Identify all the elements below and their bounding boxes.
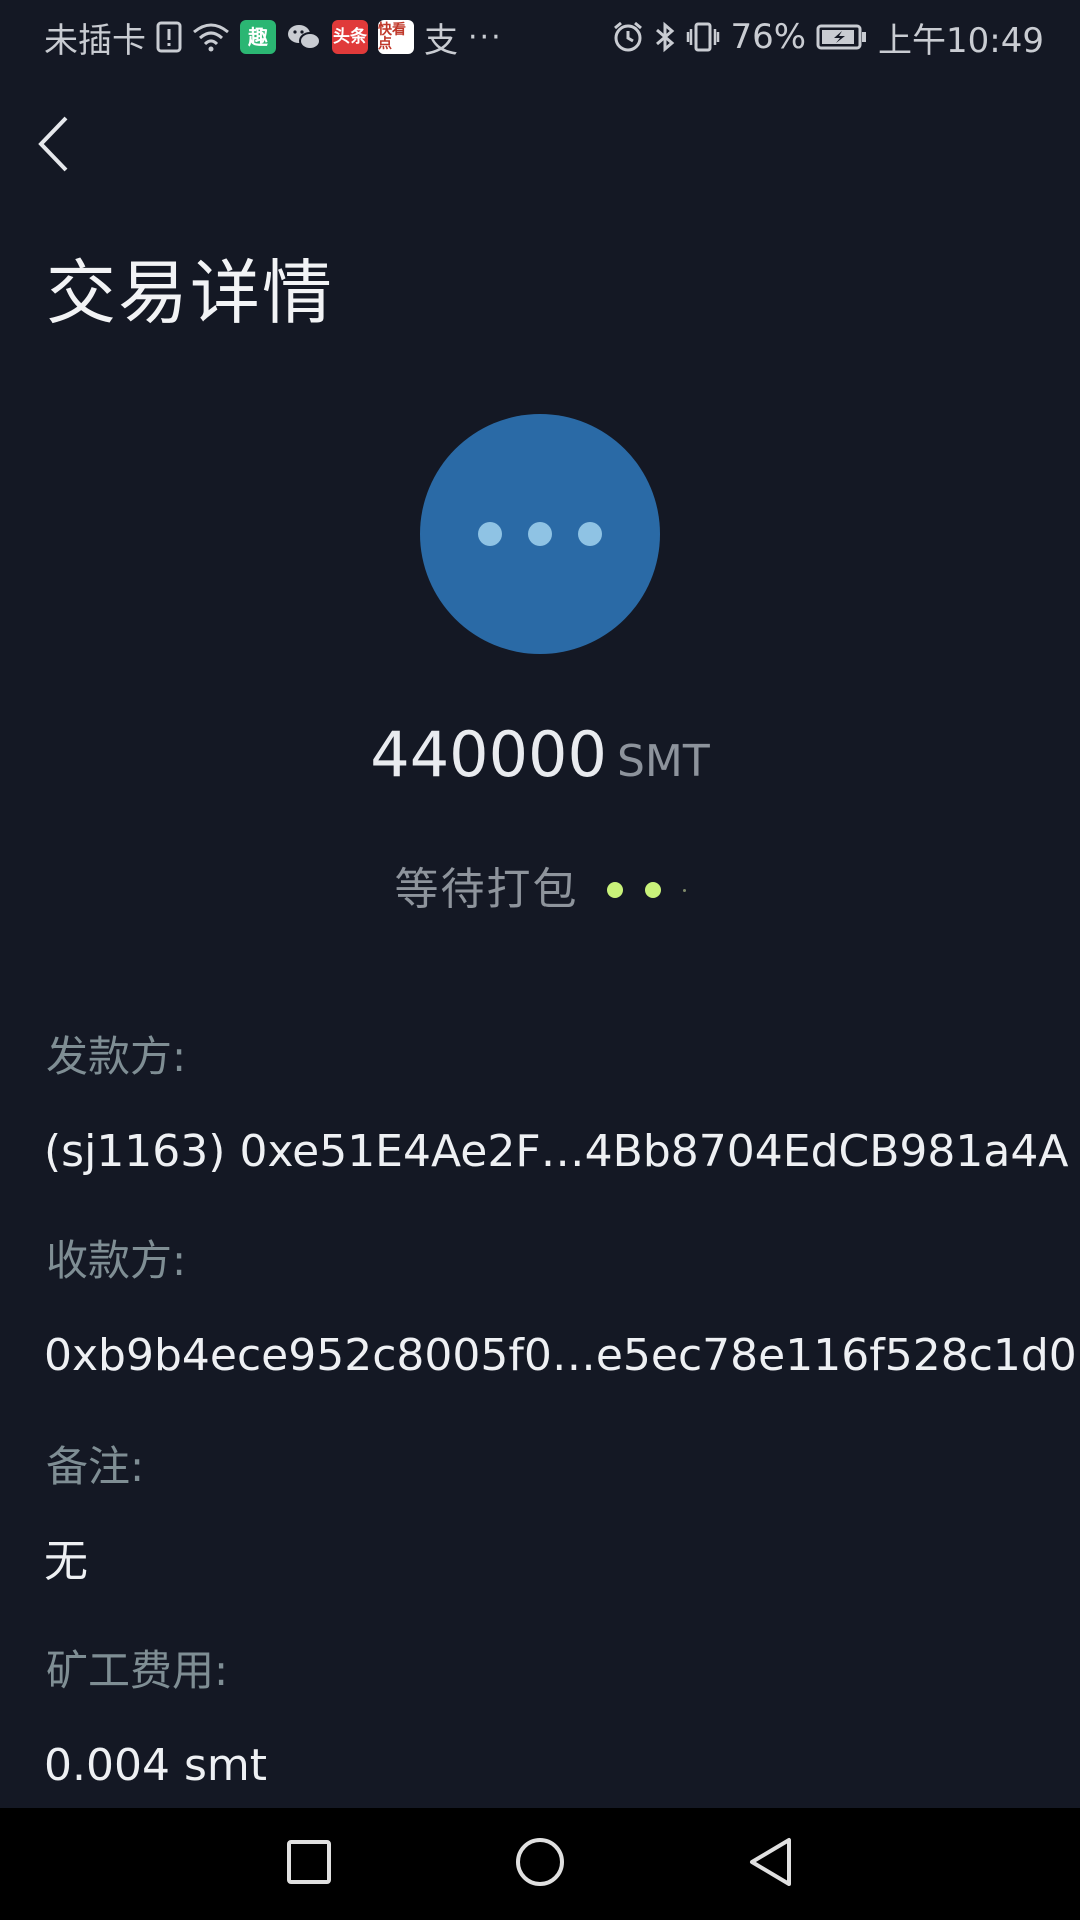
page-title: 交易详情 xyxy=(46,252,334,334)
wechat-icon xyxy=(286,22,322,52)
amount-unit: SMT xyxy=(616,736,710,787)
receiver-label: 收款方: xyxy=(46,1236,187,1285)
memo-label: 备注: xyxy=(46,1442,145,1491)
status-bar: 未插卡 趣 头条 快看点 支 ··· 76% 上午10:49 xyxy=(0,0,1080,74)
sender-label: 发款方: xyxy=(46,1032,187,1081)
wifi-icon xyxy=(192,22,230,52)
vibrate-icon xyxy=(686,21,720,53)
system-nav-bar xyxy=(0,1808,1080,1920)
sim-alert-icon xyxy=(156,21,182,53)
home-button[interactable] xyxy=(485,1808,595,1920)
circle-icon xyxy=(514,1836,566,1892)
chevron-left-icon xyxy=(36,115,70,177)
status-bar-right: 76% 上午10:49 xyxy=(612,13,1044,62)
triangle-left-icon xyxy=(747,1836,795,1892)
sender-address: (sj1163) 0xe51E4Ae2F…4Bb8704EdCB981a4A xyxy=(44,1126,1069,1177)
toutiao-app-icon: 头条 xyxy=(332,20,368,54)
clock-time: 上午10:49 xyxy=(878,20,1044,61)
memo-value: 无 xyxy=(44,1536,88,1587)
pending-dot xyxy=(578,522,602,546)
fee-label: 矿工费用: xyxy=(46,1646,229,1695)
loading-dot xyxy=(682,888,686,892)
pending-status-icon xyxy=(420,414,660,654)
loading-dot xyxy=(606,882,623,898)
kuaikandian-app-icon: 快看点 xyxy=(378,20,414,54)
transaction-status: 等待打包 xyxy=(0,868,1080,912)
square-icon xyxy=(286,1839,332,1889)
more-notifications-icon: ··· xyxy=(468,19,503,55)
pending-dot xyxy=(478,522,502,546)
battery-charging-icon xyxy=(816,23,868,51)
pending-dot xyxy=(528,522,552,546)
nav-back-button[interactable] xyxy=(716,1808,826,1920)
battery-percent: 76% xyxy=(730,17,807,57)
back-button[interactable] xyxy=(36,108,96,184)
alipay-icon: 支 xyxy=(424,20,458,61)
fee-value: 0.004 smt xyxy=(44,1740,267,1791)
carrier-text: 未插卡 xyxy=(44,20,146,61)
qutoutiao-app-icon: 趣 xyxy=(240,20,276,54)
status-text: 等待打包 xyxy=(394,864,579,915)
alarm-icon xyxy=(612,21,644,53)
amount-value: 440000 xyxy=(370,718,607,791)
recent-apps-button[interactable] xyxy=(254,1808,364,1920)
status-bar-left: 未插卡 趣 头条 快看点 支 ··· xyxy=(44,13,503,62)
loading-dot xyxy=(644,882,661,898)
amount-row: 440000 SMT xyxy=(0,724,1080,786)
bluetooth-icon xyxy=(654,21,676,53)
receiver-address: 0xb9b4ece952c8005f0…e5ec78e116f528c1d0 xyxy=(44,1330,1077,1381)
loading-indicator xyxy=(606,882,686,898)
